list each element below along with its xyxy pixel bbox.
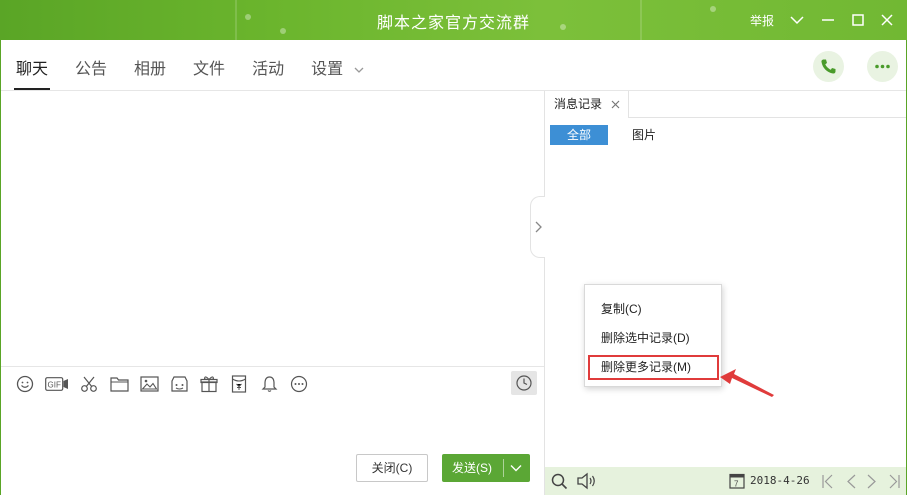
more-tools-button[interactable] [288,373,310,395]
chevron-down-icon [354,67,364,73]
search-icon[interactable] [551,473,568,490]
send-button[interactable]: 发送(S) [442,454,530,482]
gif-button[interactable]: GIF [44,373,70,395]
red-packet-button[interactable] [228,373,250,395]
minimize-button[interactable] [815,7,841,33]
shop-icon [170,376,188,392]
bell-icon [261,376,277,392]
close-window-button[interactable] [874,7,900,33]
screenshot-button[interactable] [78,373,100,395]
chevron-right-icon [535,221,542,233]
emoji-button[interactable] [14,373,36,395]
maximize-icon [852,14,864,26]
last-page-icon[interactable] [887,474,901,489]
remind-button[interactable] [258,373,280,395]
report-link[interactable]: 举报 [750,12,774,29]
send-label: 发送(S) [452,461,492,475]
chevron-down-icon[interactable] [510,464,522,472]
scissors-icon [81,376,97,392]
history-tab-bar: 消息记录 [545,91,906,118]
emoji-icon [16,375,34,393]
first-page-icon[interactable] [821,474,835,489]
gift-icon [200,376,218,393]
file-button[interactable] [108,373,130,395]
chevron-down-icon [790,16,804,25]
annotation-highlight-box [588,355,719,380]
message-area[interactable] [1,91,544,366]
panel-divider [544,91,545,495]
red-packet-icon [231,375,247,393]
calendar-day: 7 [734,480,739,489]
shop-button[interactable] [168,373,190,395]
collapse-panel-button[interactable] [530,196,545,258]
divider [503,459,504,477]
close-icon[interactable] [611,100,620,109]
history-date: 2018-4-26 [750,474,810,487]
more-button[interactable] [867,51,898,82]
tab-bar: 聊天 公告 相册 文件 活动 设置 [13,52,391,92]
calendar-icon[interactable]: 7 [729,472,745,489]
gif-text: GIF [48,381,61,390]
tab-settings[interactable]: 设置 [311,52,364,90]
menu-item-delete-selected[interactable]: 删除选中记录(D) [601,329,690,346]
more-dots-icon [875,64,890,69]
folder-icon [109,377,129,392]
tab-settings-label: 设置 [311,61,344,78]
annotation-arrow-icon [720,369,774,397]
gift-button[interactable] [198,373,220,395]
tab-files[interactable]: 文件 [193,52,225,90]
gif-icon: GIF [45,377,68,391]
image-button[interactable] [138,373,160,395]
phone-icon [821,59,836,74]
maximize-button[interactable] [845,7,871,33]
minimize-icon [822,19,834,21]
filter-all-button[interactable]: 全部 [550,125,608,145]
dropdown-button[interactable] [784,7,810,33]
next-page-icon[interactable] [866,474,878,489]
message-input[interactable] [1,398,544,448]
tab-activity[interactable]: 活动 [252,52,284,90]
close-icon [881,14,893,26]
tab-message-history-label: 消息记录 [554,97,603,111]
filter-images-button[interactable]: 图片 [632,125,656,145]
divider [1,366,544,367]
clock-icon [516,375,532,391]
speaker-icon[interactable] [576,472,598,490]
more-icon [290,375,308,393]
tab-message-history[interactable]: 消息记录 [545,91,629,118]
tab-chat[interactable]: 聊天 [13,52,51,90]
voice-call-button[interactable] [813,51,844,82]
close-button[interactable]: 关闭(C) [356,454,428,482]
menu-item-copy[interactable]: 复制(C) [601,300,642,317]
title-bar: 脚本之家官方交流群 举报 [0,0,907,40]
input-toolbar: GIF [14,373,318,395]
message-history-button[interactable] [511,371,537,395]
tab-album[interactable]: 相册 [134,52,166,90]
tab-announcement[interactable]: 公告 [75,52,107,90]
prev-page-icon[interactable] [845,474,857,489]
image-icon [139,376,159,392]
